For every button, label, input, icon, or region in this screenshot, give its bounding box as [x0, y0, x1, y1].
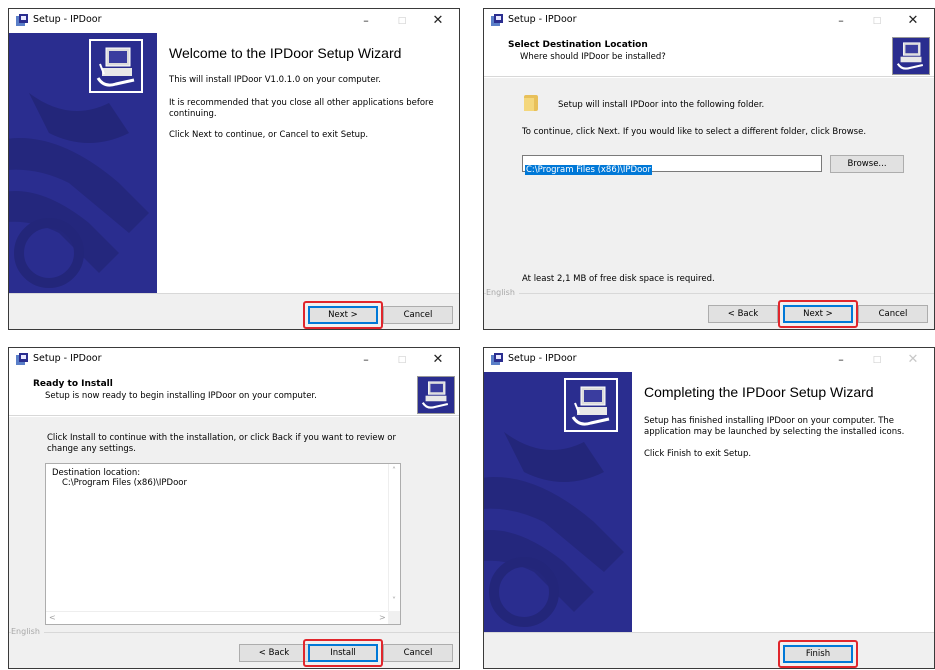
setup-logo: [89, 39, 143, 93]
minimize-button[interactable]: –: [826, 348, 856, 372]
highlight-box: [303, 301, 383, 329]
back-button[interactable]: < Back: [239, 644, 309, 662]
settings-summary-box[interactable]: Destination location: C:\Program Files (…: [45, 463, 401, 625]
window-title: Setup - IPDoor: [508, 14, 577, 25]
finish-line-2: Click Finish to exit Setup.: [644, 449, 752, 459]
computer-install-icon: [421, 381, 449, 409]
maximize-button[interactable]: □: [862, 9, 892, 33]
scroll-right-icon[interactable]: >: [379, 613, 386, 622]
window-title: Setup - IPDoor: [33, 14, 102, 25]
destination-path-value: C:\Program Files (x86)\IPDoor: [525, 165, 652, 175]
browse-button[interactable]: Browse...: [830, 155, 904, 173]
disk-space-note: At least 2,1 MB of free disk space is re…: [522, 274, 715, 284]
memo-path: C:\Program Files (x86)\IPDoor: [62, 478, 187, 488]
highlight-box: [303, 639, 383, 667]
window-title: Setup - IPDoor: [508, 353, 577, 364]
cancel-button[interactable]: Cancel: [383, 306, 453, 324]
page-subtitle: Setup is now ready to begin installing I…: [45, 391, 317, 401]
language-label: English: [486, 288, 519, 297]
setup-app-icon: [16, 353, 28, 365]
welcome-line-3: Click Next to continue, or Cancel to exi…: [169, 130, 369, 140]
cancel-button[interactable]: Cancel: [383, 644, 453, 662]
minimize-button[interactable]: –: [351, 9, 381, 33]
computer-install-icon: [96, 47, 135, 87]
window-title: Setup - IPDoor: [33, 353, 102, 364]
scrollbar-corner: [388, 611, 400, 624]
page-title: Select Destination Location: [508, 40, 648, 50]
finish-window: Setup - IPDoor – □ ✕ Completing the IPDo…: [483, 347, 935, 669]
wizard-footer: Next > Cancel: [9, 293, 459, 329]
maximize-button[interactable]: □: [387, 348, 417, 372]
install-instructions: Click Install to continue with the insta…: [47, 433, 396, 454]
welcome-heading: Welcome to the IPDoor Setup Wizard: [169, 45, 402, 61]
close-button[interactable]: ✕: [423, 348, 453, 372]
wizard-side-panel: [9, 33, 157, 293]
destination-path-input[interactable]: C:\Program Files (x86)\IPDoor: [522, 155, 822, 175]
welcome-line-1: This will install IPDoor V1.0.1.0 on you…: [169, 75, 382, 85]
vertical-scrollbar[interactable]: ˄ ˅: [388, 464, 400, 612]
ready-window: Setup - IPDoor – □ ✕ Ready to Install Se…: [8, 347, 460, 669]
wizard-header: Ready to Install Setup is now ready to b…: [9, 372, 459, 416]
scroll-up-icon[interactable]: ˄: [392, 466, 396, 475]
title-bar[interactable]: Setup - IPDoor – □ ✕: [9, 348, 459, 372]
close-button[interactable]: ✕: [898, 9, 928, 33]
close-button[interactable]: ✕: [898, 348, 928, 372]
setup-logo: [892, 37, 930, 75]
computer-install-icon: [571, 386, 610, 426]
wizard-header: Select Destination Location Where should…: [484, 33, 934, 77]
scroll-down-icon[interactable]: ˅: [392, 596, 396, 605]
page-title: Ready to Install: [33, 379, 113, 389]
title-bar[interactable]: Setup - IPDoor – □ ✕: [484, 348, 934, 372]
setup-logo: [417, 376, 455, 414]
finish-heading: Completing the IPDoor Setup Wizard: [644, 384, 874, 400]
title-bar[interactable]: Setup - IPDoor – □ ✕: [484, 9, 934, 33]
setup-app-icon: [491, 353, 503, 365]
maximize-button[interactable]: □: [862, 348, 892, 372]
close-button[interactable]: ✕: [423, 9, 453, 33]
highlight-box: [778, 300, 858, 328]
divider: [484, 293, 934, 294]
browse-instructions: To continue, click Next. If you would li…: [522, 127, 867, 137]
welcome-line-2: It is recommended that you close all oth…: [169, 98, 434, 119]
divider: [9, 632, 459, 633]
horizontal-scrollbar[interactable]: < >: [46, 611, 390, 624]
title-bar[interactable]: Setup - IPDoor – □ ✕: [9, 9, 459, 33]
setup-logo: [564, 378, 618, 432]
wizard-body: Setup will install IPDoor into the follo…: [484, 78, 934, 293]
page-subtitle: Where should IPDoor be installed?: [520, 52, 666, 62]
wizard-side-panel: [484, 372, 632, 632]
highlight-box: [778, 640, 858, 668]
scroll-left-icon[interactable]: <: [49, 613, 56, 622]
memo-label: Destination location:: [52, 468, 141, 478]
welcome-window: Setup - IPDoor – □ ✕ Welcome to the IPDo…: [8, 8, 460, 330]
wizard-body: Click Install to continue with the insta…: [9, 417, 459, 632]
folder-info-text: Setup will install IPDoor into the follo…: [558, 100, 765, 110]
minimize-button[interactable]: –: [351, 348, 381, 372]
computer-install-icon: [896, 42, 924, 70]
language-label: English: [11, 627, 44, 636]
wizard-footer: English < Back Next > Cancel: [484, 288, 934, 329]
finish-line-1: Setup has finished installing IPDoor on …: [644, 416, 905, 437]
setup-app-icon: [16, 14, 28, 26]
destination-window: Setup - IPDoor – □ ✕ Select Destination …: [483, 8, 935, 330]
setup-app-icon: [491, 14, 503, 26]
back-button[interactable]: < Back: [708, 305, 778, 323]
maximize-button[interactable]: □: [387, 9, 417, 33]
wizard-footer: English < Back Install Cancel: [9, 627, 459, 668]
wizard-footer: Finish: [484, 632, 934, 668]
cancel-button[interactable]: Cancel: [858, 305, 928, 323]
minimize-button[interactable]: –: [826, 9, 856, 33]
folder-icon: [524, 95, 538, 111]
